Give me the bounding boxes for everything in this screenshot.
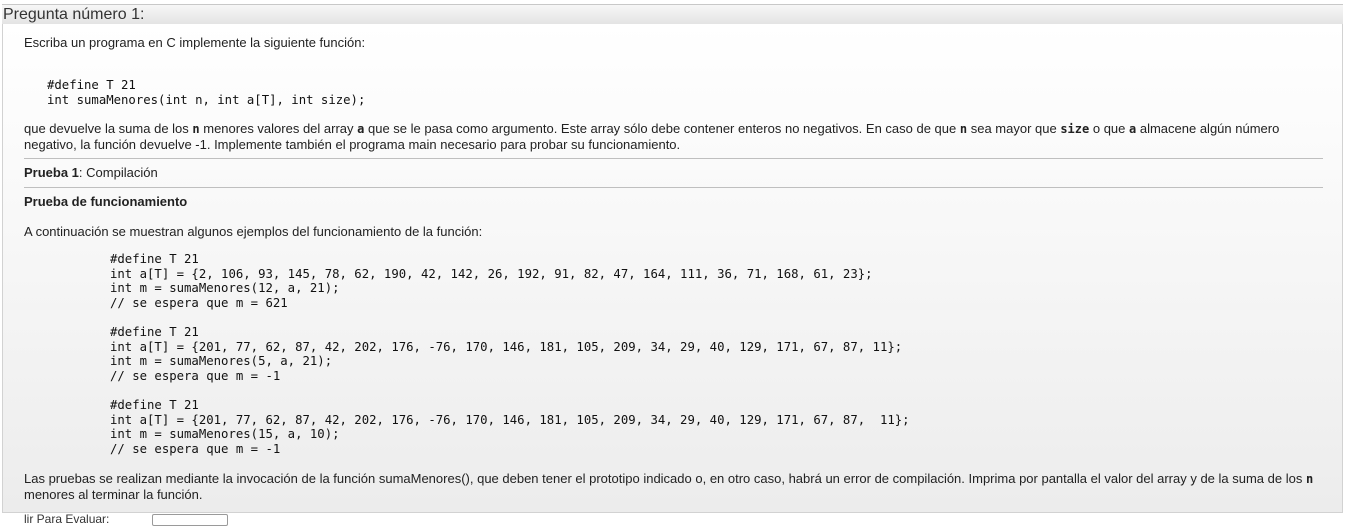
example-2-code: #define T 21 int a[T] = {201, 77, 62, 87…: [110, 325, 903, 383]
question-intro: Escriba un programa en C implemente la s…: [24, 35, 366, 50]
test-2-heading: Prueba de funcionamiento: [24, 194, 188, 209]
test-1-label: Prueba 1: [24, 165, 79, 180]
divider: [24, 187, 1323, 188]
desc-text-2: menores valores del array: [199, 121, 358, 136]
desc-text-5: o que: [1089, 121, 1129, 136]
evaluate-label: lir Para Evaluar:: [24, 512, 110, 526]
question-title: Pregunta número 1:: [3, 6, 145, 23]
desc-var-n: n: [192, 122, 200, 136]
desc-text-1: que devuelve la suma de los: [24, 121, 193, 136]
example-1-code: #define T 21 int a[T] = {2, 106, 93, 145…: [110, 252, 873, 310]
question-header: Pregunta número 1:: [2, 4, 1343, 25]
test-1-desc: : Compilación: [78, 165, 158, 180]
divider: [24, 158, 1323, 159]
evaluate-input[interactable]: [152, 514, 228, 526]
question-description: que devuelve la suma de los n menores va…: [24, 121, 1323, 152]
desc-text-3: que se le pasa como argumento. Este arra…: [364, 121, 960, 136]
test-1: Prueba 1: Compilación: [24, 165, 1323, 180]
closing-var-n: n: [1305, 472, 1314, 486]
desc-var-size: size: [1060, 122, 1090, 136]
closing-text: Las pruebas se realizan mediante la invo…: [24, 471, 1323, 502]
desc-text-4: sea mayor que: [967, 121, 1061, 136]
example-3-code: #define T 21 int a[T] = {201, 77, 62, 87…: [110, 398, 910, 456]
examples-intro: A continuación se muestran algunos ejemp…: [24, 224, 483, 239]
closing-text-2: menores al terminar la función.: [24, 487, 203, 502]
question-panel: Escriba un programa en C implemente la s…: [2, 24, 1343, 513]
closing-text-1: Las pruebas se realizan mediante la invo…: [24, 471, 1306, 486]
prototype-code: #define T 21 int sumaMenores(int n, int …: [47, 78, 366, 107]
